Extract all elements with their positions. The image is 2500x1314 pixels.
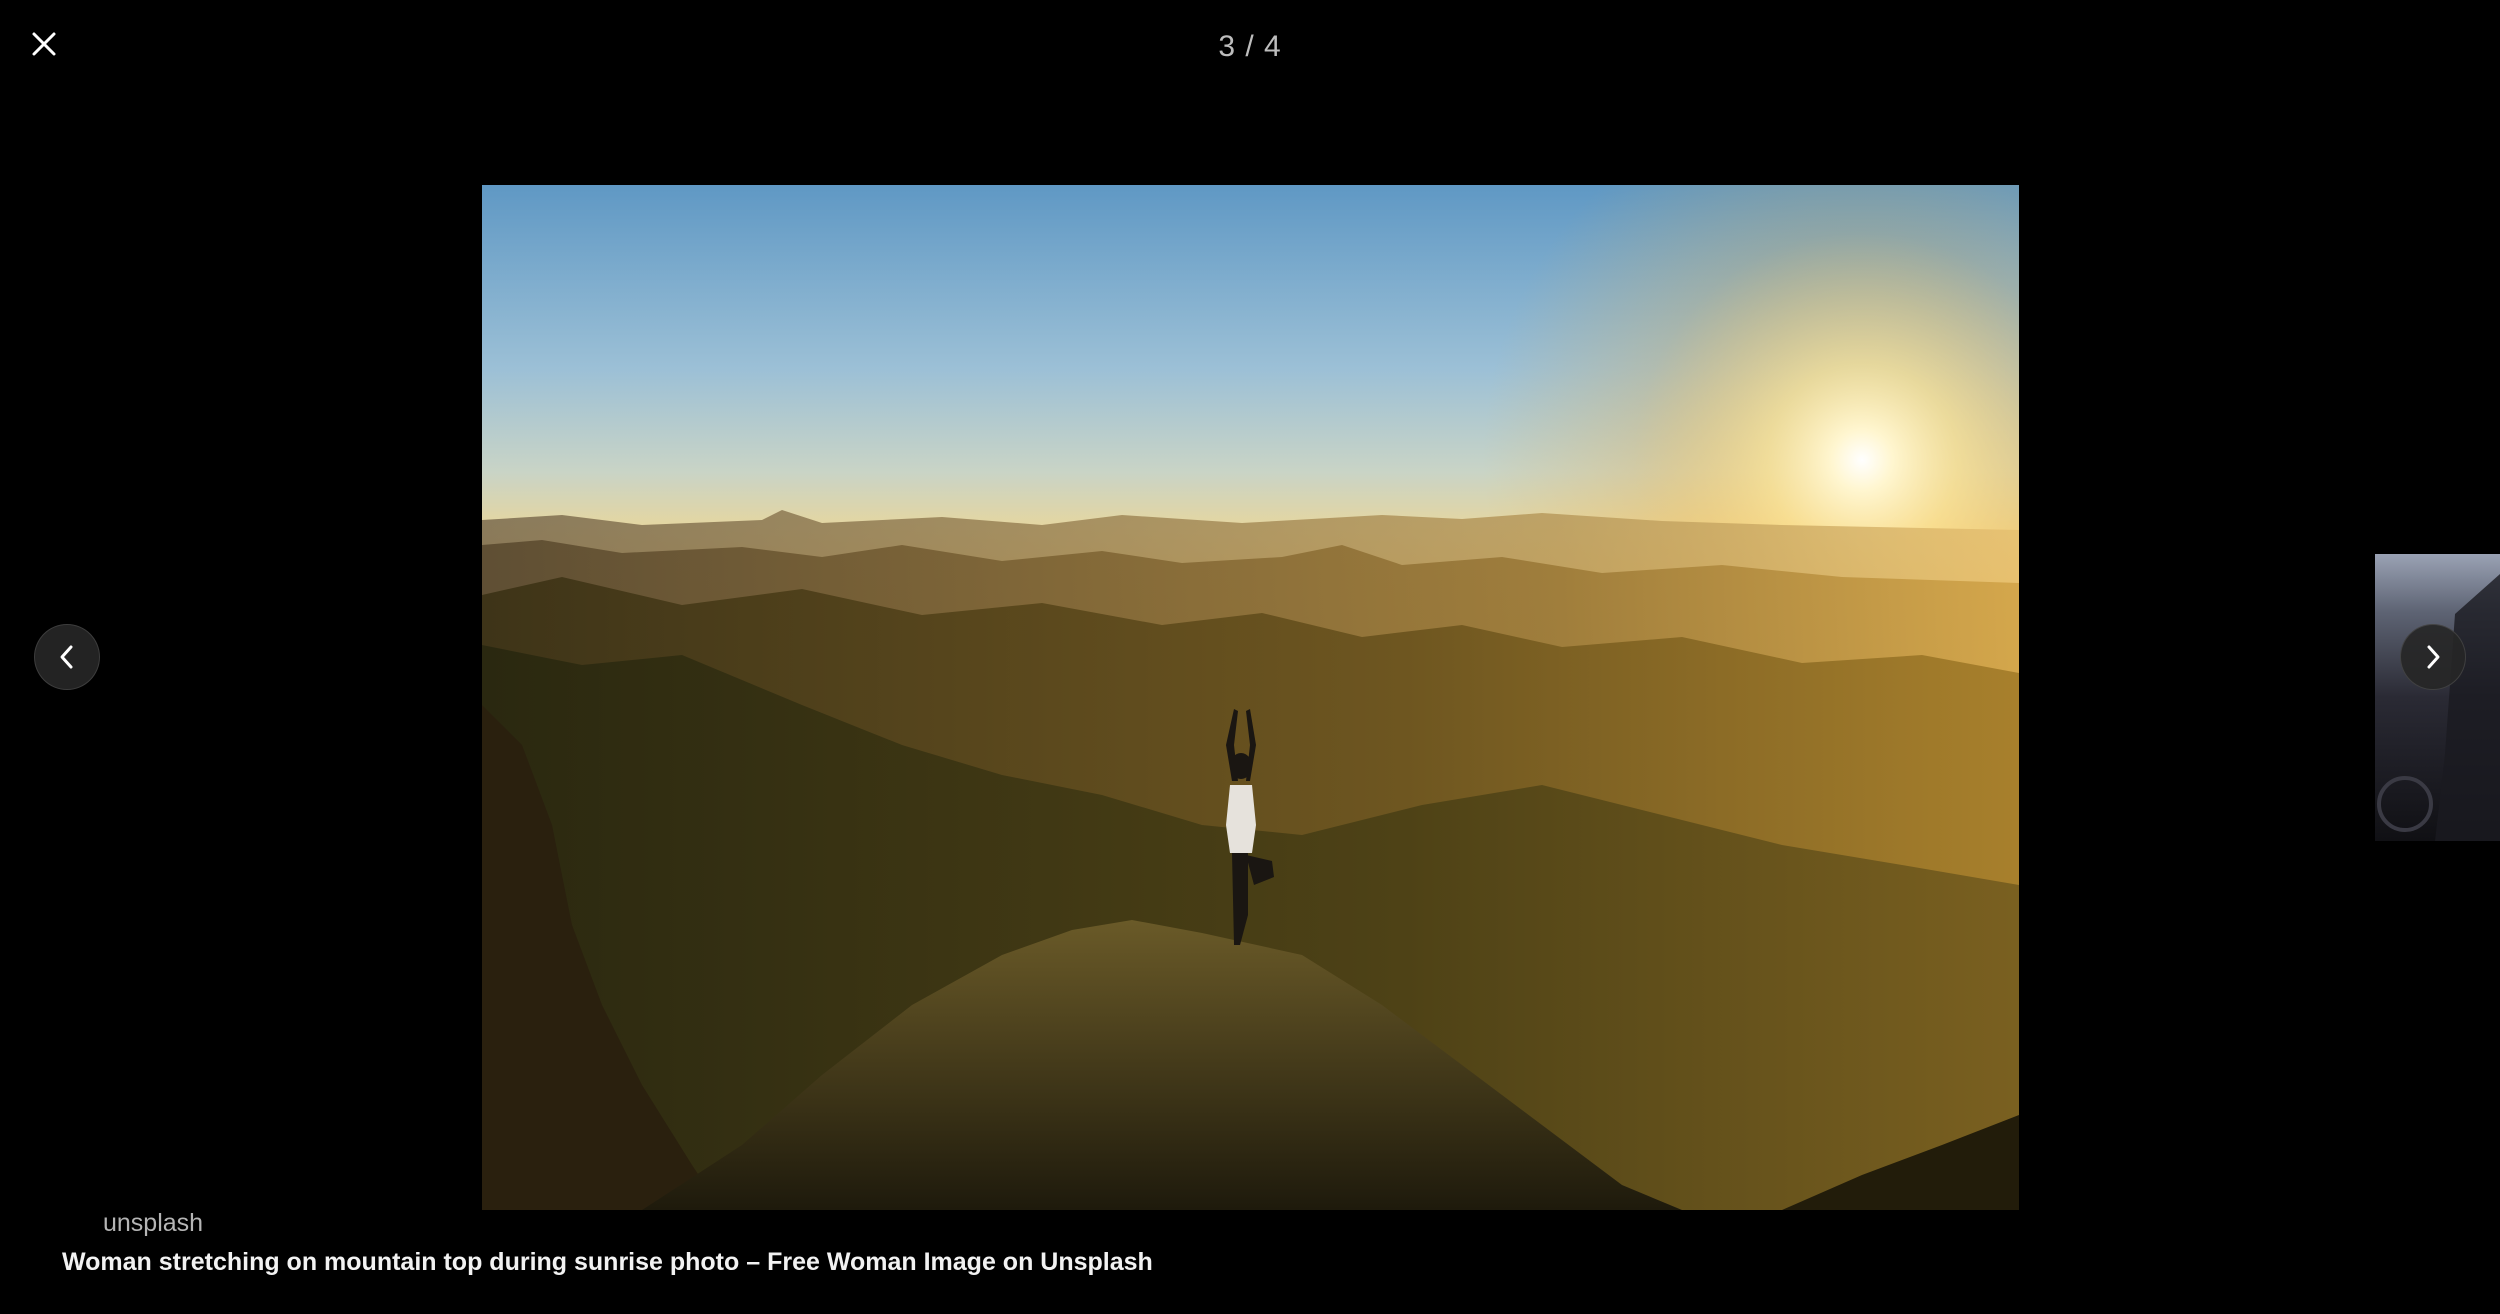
next-button[interactable]	[2400, 624, 2466, 690]
image-caption: unsplash Woman stretching on mountain to…	[62, 1204, 1153, 1282]
next-photo-preview[interactable]	[2375, 554, 2500, 841]
image-counter: 3 / 4	[1218, 30, 1282, 63]
image-viewer: 3 / 4 unsplash Woman stretching on mount…	[0, 0, 2500, 1314]
main-photo	[482, 185, 2019, 1210]
chevron-right-icon	[2427, 645, 2440, 669]
image-title: Woman stretching on mountain top during …	[62, 1248, 1153, 1276]
image-source: unsplash	[103, 1209, 204, 1237]
previous-button[interactable]	[34, 624, 100, 690]
chevron-left-icon	[60, 645, 73, 669]
